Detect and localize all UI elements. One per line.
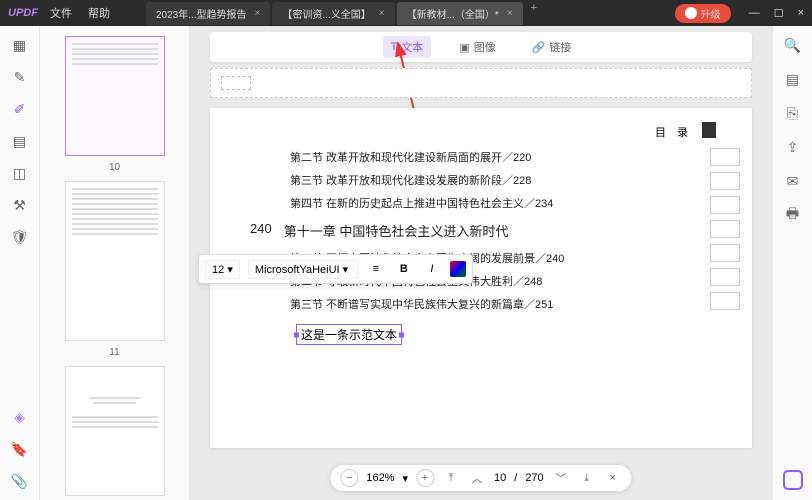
zoom-page-bar: − 162% ▾ + ⤒ ︿ 10 / 270 ﹀ ⤓ × <box>329 464 632 492</box>
thumbnail-11[interactable] <box>65 181 165 341</box>
close-bar-icon[interactable]: × <box>604 469 622 487</box>
font-family-select[interactable]: MicrosoftYaHeiUI ▾ <box>248 260 358 279</box>
tab-2[interactable]: 【新教材...（全国）*× <box>397 2 523 25</box>
share-icon[interactable]: ⇪ <box>784 138 802 156</box>
thumbnails-icon[interactable]: ▦ <box>11 36 29 54</box>
align-icon[interactable]: ≡ <box>366 259 386 279</box>
chevron-down-icon: ▾ <box>227 264 233 276</box>
minimize-icon[interactable]: — <box>749 7 760 20</box>
edit-icon[interactable]: ✐ <box>11 100 29 118</box>
attachment-icon[interactable]: 📎 <box>11 472 29 490</box>
thumbnail-12[interactable] <box>65 366 165 496</box>
image-tool-button[interactable]: ▣图像 <box>451 36 503 58</box>
organize-icon[interactable]: ▤ <box>11 132 29 150</box>
close-icon[interactable]: × <box>379 8 385 19</box>
user-icon <box>685 7 697 19</box>
bold-button[interactable]: B <box>394 259 414 279</box>
bookmark-icon[interactable]: 🔖 <box>11 440 29 458</box>
toc-title: 目 录 <box>655 124 692 140</box>
comment-icon[interactable]: ✎ <box>11 68 29 86</box>
next-page-icon[interactable]: ﹀ <box>552 469 570 487</box>
chapter-header: 240 第十一章 中国特色社会主义进入新时代 <box>250 221 712 240</box>
page-side-marks <box>710 148 740 316</box>
maximize-icon[interactable]: ☐ <box>774 7 784 20</box>
page-current[interactable]: 10 <box>494 472 506 484</box>
tab-1[interactable]: 【密训资...义全国】× <box>272 2 394 25</box>
image-icon: ▣ <box>459 41 469 54</box>
thumbnail-panel: 10 11 12 <box>40 26 190 500</box>
toc-marker <box>702 122 716 138</box>
search-icon[interactable]: 🔍 <box>784 36 802 54</box>
page-header-strip <box>210 68 752 98</box>
toc-entry: 第二节 改革开放和现代化建设新局面的展开／220 <box>290 149 712 165</box>
upgrade-button[interactable]: 升级 <box>675 4 731 23</box>
link-tool-button[interactable]: 🔗链接 <box>524 36 580 58</box>
close-icon[interactable]: × <box>255 8 261 19</box>
tools-icon[interactable]: ⚒ <box>11 196 29 214</box>
add-tab-icon[interactable]: + <box>531 2 537 25</box>
text-tool-button[interactable]: T文本 <box>383 36 432 58</box>
protect-icon[interactable]: 🛡 <box>11 228 29 246</box>
crop-icon[interactable]: ◫ <box>11 164 29 182</box>
chevron-down-icon: ▾ <box>343 264 349 276</box>
first-page-icon[interactable]: ⤒ <box>442 469 460 487</box>
export-icon[interactable]: ⎘ <box>784 104 802 122</box>
email-icon[interactable]: ✉ <box>784 172 802 190</box>
resize-handle-left[interactable] <box>294 332 299 337</box>
close-window-icon[interactable]: × <box>798 7 804 20</box>
zoom-out-icon[interactable]: − <box>340 469 358 487</box>
app-logo: UPDF <box>8 7 38 19</box>
menu-help[interactable]: 帮助 <box>88 5 110 21</box>
italic-button[interactable]: I <box>422 259 442 279</box>
page-total: 270 <box>525 472 543 484</box>
prev-page-icon[interactable]: ︿ <box>468 469 486 487</box>
tab-0[interactable]: 2023年...型趋势报告× <box>146 2 270 25</box>
color-picker[interactable] <box>450 261 466 277</box>
close-icon[interactable]: × <box>507 8 513 19</box>
last-page-icon[interactable]: ⤓ <box>578 469 596 487</box>
editing-textbox[interactable]: 这是一条示范文本 <box>296 324 402 345</box>
menu-file[interactable]: 文件 <box>50 5 72 21</box>
zoom-in-icon[interactable]: + <box>416 469 434 487</box>
edit-toolbar: T文本 ▣图像 🔗链接 <box>210 32 752 62</box>
zoom-value: 162% <box>366 472 394 484</box>
gem-icon[interactable]: ◈ <box>11 408 29 426</box>
text-format-toolbar: 12 ▾ MicrosoftYaHeiUI ▾ ≡ B I <box>198 254 473 284</box>
resize-handle-right[interactable] <box>399 332 404 337</box>
ai-assistant-icon[interactable] <box>783 470 803 490</box>
text-icon: T <box>391 41 398 53</box>
font-size-select[interactable]: 12 ▾ <box>205 260 240 279</box>
toc-entry: 第四节 在新的历史起点上推进中国特色社会主义／234 <box>290 195 712 211</box>
toc-entry: 第三节 改革开放和现代化建设发展的新阶段／228 <box>290 172 712 188</box>
toc-entry: 第三节 不断谱写实现中华民族伟大复兴的新篇章／251 <box>290 296 712 312</box>
print-icon[interactable]: 🖶 <box>784 206 802 224</box>
chevron-down-icon[interactable]: ▾ <box>402 472 408 485</box>
thumbnail-10[interactable] <box>65 36 165 156</box>
ocr-icon[interactable]: ▤ <box>784 70 802 88</box>
link-icon: 🔗 <box>532 41 546 54</box>
